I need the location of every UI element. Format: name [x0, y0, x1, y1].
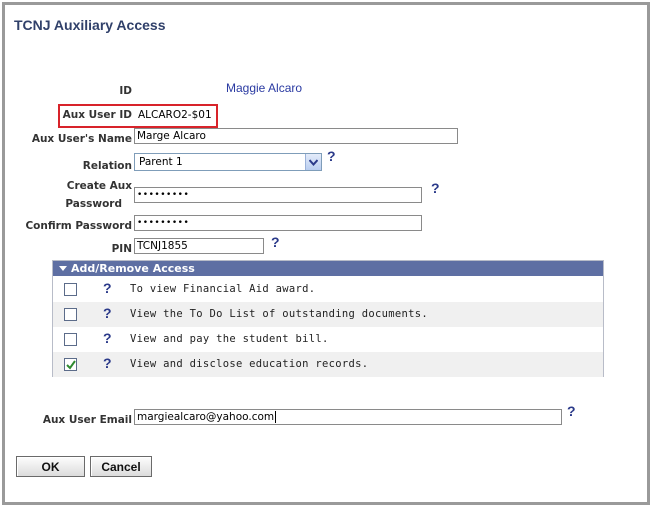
- relation-label: Relation: [82, 160, 132, 172]
- id-value: Maggie Alcaro: [226, 81, 303, 95]
- aux-user-id-label: Aux User ID: [62, 109, 132, 121]
- create-password-label-line1: Create Aux: [66, 180, 132, 192]
- access-help-icon[interactable]: ?: [103, 305, 112, 321]
- email-label: Aux User Email: [42, 414, 132, 426]
- access-row: ? View the To Do List of outstanding doc…: [53, 302, 603, 327]
- aux-name-input[interactable]: Marge Alcaro: [134, 128, 458, 144]
- access-checkbox[interactable]: [64, 333, 77, 346]
- pin-label: PIN: [111, 243, 132, 255]
- create-password-label-line2: Password: [65, 198, 122, 210]
- access-help-icon[interactable]: ?: [103, 330, 112, 346]
- email-input[interactable]: margiealcaro@yahoo.com​: [134, 409, 562, 425]
- relation-help-icon[interactable]: ?: [327, 148, 336, 164]
- access-grid-header[interactable]: Add/Remove Access: [53, 261, 603, 276]
- access-help-icon[interactable]: ?: [103, 355, 112, 371]
- access-grid: Add/Remove Access ? To view Financial Ai…: [52, 260, 604, 377]
- email-value: margiealcaro@yahoo.com: [137, 411, 275, 423]
- id-label: ID: [119, 85, 132, 97]
- access-row: ? View and disclose education records.: [53, 352, 603, 377]
- pin-input[interactable]: TCNJ1855: [134, 238, 264, 254]
- cancel-button[interactable]: Cancel: [90, 456, 152, 477]
- aux-user-id-value: ALCARO2-$01: [138, 109, 212, 121]
- email-help-icon[interactable]: ?: [567, 403, 576, 419]
- access-row-text: View and pay the student bill.: [130, 333, 329, 345]
- access-row: ? To view Financial Aid award.: [53, 277, 603, 302]
- access-row-text: View and disclose education records.: [130, 358, 369, 370]
- confirm-password-input[interactable]: •••••••••: [134, 215, 422, 231]
- text-cursor: ​: [275, 411, 277, 423]
- page-title: TCNJ Auxiliary Access: [14, 17, 166, 33]
- create-password-input[interactable]: •••••••••: [134, 187, 422, 203]
- relation-select[interactable]: Parent 1: [134, 153, 322, 171]
- access-row-text: To view Financial Aid award.: [130, 283, 316, 295]
- collapse-triangle-icon[interactable]: [59, 261, 67, 276]
- relation-selected-value: Parent 1: [139, 156, 183, 168]
- access-row-text: View the To Do List of outstanding docum…: [130, 308, 428, 320]
- checkmark-icon: [66, 360, 76, 370]
- aux-name-label: Aux User's Name: [31, 133, 132, 145]
- ok-button[interactable]: OK: [16, 456, 85, 477]
- chevron-down-icon[interactable]: [305, 154, 321, 170]
- access-grid-title: Add/Remove Access: [71, 262, 195, 275]
- access-row: ? View and pay the student bill.: [53, 327, 603, 352]
- access-checkbox-checked[interactable]: [64, 358, 77, 371]
- access-help-icon[interactable]: ?: [103, 280, 112, 296]
- access-checkbox[interactable]: [64, 283, 77, 296]
- confirm-password-label: Confirm Password: [25, 220, 132, 232]
- password-help-icon[interactable]: ?: [431, 180, 440, 196]
- access-checkbox[interactable]: [64, 308, 77, 321]
- pin-help-icon[interactable]: ?: [271, 234, 280, 250]
